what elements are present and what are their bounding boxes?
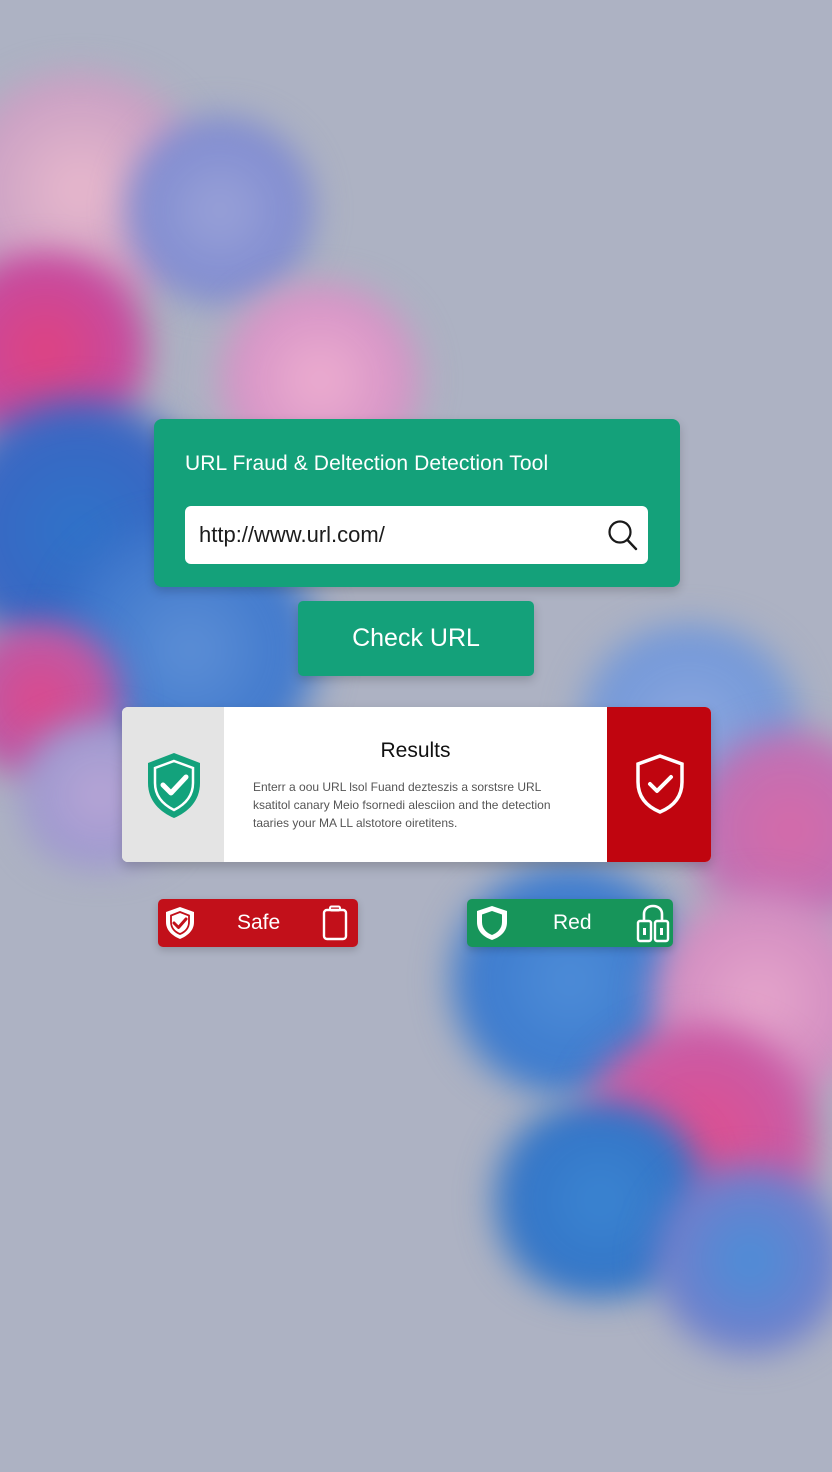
header-card: URL Fraud & Deltection Detection Tool <box>154 419 680 587</box>
safe-status-badge[interactable]: Safe <box>158 899 358 947</box>
shield-check-icon <box>636 754 684 814</box>
results-safe-section <box>122 707 224 862</box>
red-status-badge[interactable]: Red <box>467 899 673 947</box>
results-description: Enterr a oou URL lsol Fuand dezteszis a … <box>253 778 583 832</box>
shield-check-icon <box>148 753 200 818</box>
search-icon[interactable] <box>606 518 638 552</box>
results-danger-section <box>607 707 711 862</box>
shield-check-icon <box>166 907 194 939</box>
results-description-line: Enterr a oou URL lsol Fuand dezteszis a … <box>253 780 542 794</box>
results-description-line: ksatitol canary Meio fsornedi alesciion … <box>253 798 551 812</box>
shield-icon <box>477 906 507 940</box>
badge-label: Safe <box>237 911 281 934</box>
badge-label: Red <box>553 911 592 934</box>
check-url-button[interactable]: Check URL <box>298 601 534 676</box>
results-panel: Results Enterr a oou URL lsol Fuand dezt… <box>122 707 711 862</box>
results-title: Results <box>380 739 451 762</box>
phone-icon <box>322 905 348 941</box>
padlock-icon <box>636 904 670 943</box>
results-description-line: taaries your MA LL alstotore oiretitens. <box>253 816 458 830</box>
url-input[interactable] <box>199 506 599 564</box>
app-title: URL Fraud & Deltection Detection Tool <box>185 452 549 475</box>
url-field[interactable] <box>185 506 648 564</box>
